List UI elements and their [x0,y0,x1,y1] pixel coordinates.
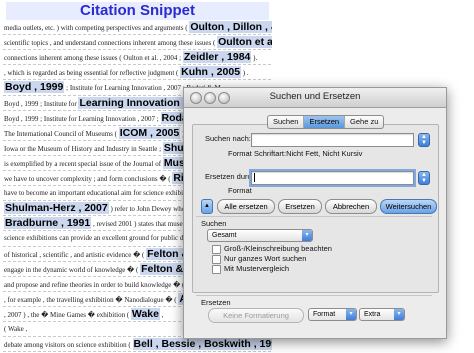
line-text: science exhibitions can provide an excel… [4,234,203,243]
line-text: Boyd , 1999 ; Institute for Learning Inn… [4,114,161,123]
search-format-value: Schriftart:Nicht Fett, Nicht Kursiv [254,149,363,158]
line-text: , [159,310,164,319]
line-text: , 2007 ) , the � Mine Games � exhibition… [4,310,131,319]
line-text: of historical , scientific , and artisti… [4,250,147,259]
tab-bar: Suchen Ersetzen Gehe zu [267,115,385,129]
line-text: debate among visitors on science exhibit… [4,341,133,350]
line-text: ( Wake , [4,325,28,333]
replace-history-popup[interactable]: ▲ ▼ [418,171,430,185]
search-options-heading: Suchen [201,219,227,228]
section-divider [196,216,432,217]
line-text: scientific topics , and understand conne… [4,39,218,48]
bottom-divider [196,295,432,296]
line-text: , for example , the travelling exhibitio… [4,295,179,304]
line-text: , which is regarded as being essential f… [4,69,181,78]
format-menu-label: Format [313,311,336,318]
replace-format-label: Format [228,186,252,195]
find-replace-dialog: Suchen und Ersetzen Suchen Ersetzen Gehe… [183,87,447,339]
document-line: scientific topics , and understand conne… [4,35,272,49]
citation-highlight: Wake [130,307,160,320]
replace-options-heading: Ersetzen [201,298,231,307]
citation-highlight: ICOM , 2005 [118,126,181,139]
citation-highlight: Oulton et al. , 2004 [217,36,272,49]
line-text: Boyd , 1999 ; Institute for [4,99,79,108]
replace-input[interactable] [249,169,416,187]
citation-highlight: Shulman-Herz , 2007 [4,202,109,215]
chevron-down-icon: ▾ [346,309,356,320]
replace-all-button[interactable]: Alle ersetzen [217,199,275,214]
cancel-button[interactable]: Abbrechen [325,199,377,214]
chevron-down-icon: ▾ [302,230,312,241]
line-text: ) . [241,69,249,78]
document-line: media outlets, etc. ) with competing per… [4,20,272,34]
document-line: , which is regarded as being essential f… [4,65,272,79]
format-menu-select[interactable]: Format ▾ [308,308,357,321]
replace-label: Ersetzen durch: [205,172,258,181]
text-caret [254,173,255,182]
pattern-match-label: Mit Mustervergleich [224,264,290,273]
match-case-label: Groß-/Kleinschreibung beachten [224,244,332,253]
search-history-popup[interactable]: ▲ ▼ [418,133,430,147]
chevron-down-icon: ▾ [394,309,404,320]
match-case-checkbox[interactable] [212,245,221,254]
document-line: connections inherent among these issues … [4,50,272,64]
line-separator [3,351,271,353]
line-text: Iowa or the Museum of History and Indust… [4,144,163,153]
search-label: Suchen nach: [205,134,251,143]
line-text: we have to uncover complexity ; and form… [4,175,173,183]
line-text: have to become an important educational … [4,189,201,198]
whole-word-checkbox[interactable] [212,255,221,264]
replace-button[interactable]: Ersetzen [278,199,322,214]
line-text: The International Council of Museums ( [4,129,119,138]
extra-menu-select[interactable]: Extra ▾ [359,308,405,321]
no-formatting-button[interactable]: Keine Formatierung [208,308,304,323]
line-text: engage in the dynamic world of knowledge… [4,265,141,274]
whole-word-label: Nur ganzes Wort suchen [224,254,307,263]
line-text: connections inherent among these issues … [4,54,183,63]
extra-menu-label: Extra [364,311,381,318]
line-text: media outlets, etc. ) with competing per… [4,24,190,32]
dialog-title: Suchen und Ersetzen [269,91,361,102]
dialog-titlebar[interactable]: Suchen und Ersetzen [184,88,446,108]
find-next-button[interactable]: Weitersuchen [380,199,437,214]
document-line: debate among visitors on science exhibit… [4,337,272,351]
citation-highlight: Kuhn , 2005 [180,66,242,79]
citation-highlight: Boyd , 1999 [4,81,65,94]
citation-highlight: Bell , Bessie , Boskwith , 1993/1004 [132,338,272,351]
line-text: and propose and refine theories in order… [4,280,187,289]
tab-gehe-zu[interactable]: Gehe zu [345,116,383,128]
citation-highlight: Oulton , Dillon , & Grace , 2004 [189,21,272,33]
line-text: is exemplified by a recent special issue… [4,159,163,168]
citation-highlight: Zeidler , 1984 [182,51,252,64]
tab-ersetzen[interactable]: Ersetzen [304,116,346,128]
search-format-label: Format [228,149,252,158]
search-scope-value: Gesamt [212,232,237,239]
line-text: ). [251,54,258,63]
collapse-toggle-button[interactable]: ▲ [201,199,213,214]
citation-highlight: Bradburne , 1991 [4,217,92,230]
search-input[interactable] [251,133,414,147]
search-scope-select[interactable]: Gesamt ▾ [207,229,313,242]
pattern-match-checkbox[interactable] [212,265,221,274]
tab-suchen[interactable]: Suchen [268,116,305,128]
document-title: Citation Snippet [6,2,269,20]
